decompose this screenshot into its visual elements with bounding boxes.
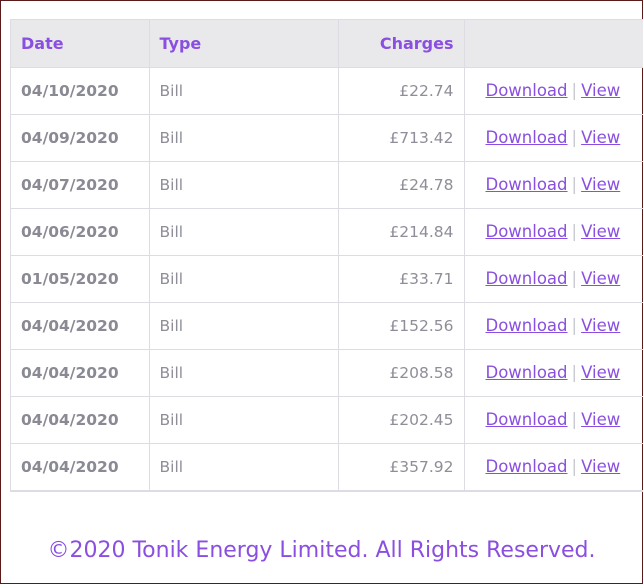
download-link[interactable]: Download xyxy=(486,222,568,241)
link-separator: | xyxy=(571,363,578,382)
column-header-date: Date xyxy=(11,20,150,68)
cell-charges: £24.78 xyxy=(338,161,465,209)
table-body: 04/10/2020 Bill £22.74 Download | View 04/… xyxy=(11,67,643,491)
column-header-actions xyxy=(464,20,643,68)
bills-table-container: Date Type Charges 04/10/2020 Bill £22.74… xyxy=(10,19,643,492)
cell-actions: Download | View xyxy=(464,396,643,444)
cell-charges: £214.84 xyxy=(338,208,465,256)
cell-actions: Download | View xyxy=(464,161,643,209)
table-header: Date Type Charges xyxy=(11,20,643,68)
table-row: 04/04/2020 Bill £208.58 Download | View xyxy=(11,349,643,397)
table-row: 04/04/2020 Bill £152.56 Download | View xyxy=(11,302,643,350)
download-link[interactable]: Download xyxy=(486,363,568,382)
view-link[interactable]: View xyxy=(581,222,620,241)
view-link[interactable]: View xyxy=(581,316,620,335)
view-link[interactable]: View xyxy=(581,175,620,194)
cell-date: 04/04/2020 xyxy=(11,443,150,491)
download-link[interactable]: Download xyxy=(486,81,568,100)
cell-actions: Download | View xyxy=(464,302,643,350)
table-row: 04/10/2020 Bill £22.74 Download | View xyxy=(11,67,643,115)
cell-actions: Download | View xyxy=(464,255,643,303)
link-separator: | xyxy=(571,316,578,335)
cell-type: Bill xyxy=(149,443,339,491)
footer-copyright: ©2020 Tonik Energy Limited. All Rights R… xyxy=(47,538,596,563)
view-link[interactable]: View xyxy=(581,81,620,100)
cell-actions: Download | View xyxy=(464,114,643,162)
cell-type: Bill xyxy=(149,114,339,162)
download-link[interactable]: Download xyxy=(486,175,568,194)
cell-type: Bill xyxy=(149,396,339,444)
cell-type: Bill xyxy=(149,208,339,256)
link-separator: | xyxy=(571,410,578,429)
link-separator: | xyxy=(571,457,578,476)
download-link[interactable]: Download xyxy=(486,410,568,429)
cell-type: Bill xyxy=(149,302,339,350)
cell-date: 04/06/2020 xyxy=(11,208,150,256)
cell-charges: £208.58 xyxy=(338,349,465,397)
cell-date: 04/10/2020 xyxy=(11,67,150,115)
cell-charges: £202.45 xyxy=(338,396,465,444)
view-link[interactable]: View xyxy=(581,128,620,147)
download-link[interactable]: Download xyxy=(486,269,568,288)
cell-type: Bill xyxy=(149,255,339,303)
cell-date: 04/04/2020 xyxy=(11,349,150,397)
column-header-charges: Charges xyxy=(338,20,465,68)
cell-type: Bill xyxy=(149,349,339,397)
view-link[interactable]: View xyxy=(581,269,620,288)
view-link[interactable]: View xyxy=(581,410,620,429)
table-row: 01/05/2020 Bill £33.71 Download | View xyxy=(11,255,643,303)
cell-charges: £22.74 xyxy=(338,67,465,115)
table-row: 04/04/2020 Bill £202.45 Download | View xyxy=(11,396,643,444)
download-link[interactable]: Download xyxy=(486,128,568,147)
table-row: 04/09/2020 Bill £713.42 Download | View xyxy=(11,114,643,162)
cell-actions: Download | View xyxy=(464,349,643,397)
download-link[interactable]: Download xyxy=(486,457,568,476)
cell-charges: £152.56 xyxy=(338,302,465,350)
column-header-type: Type xyxy=(149,20,339,68)
bills-table: Date Type Charges 04/10/2020 Bill £22.74… xyxy=(11,20,643,491)
table-row: 04/06/2020 Bill £214.84 Download | View xyxy=(11,208,643,256)
table-row: 04/07/2020 Bill £24.78 Download | View xyxy=(11,161,643,209)
cell-charges: £357.92 xyxy=(338,443,465,491)
link-separator: | xyxy=(571,222,578,241)
cell-date: 04/04/2020 xyxy=(11,302,150,350)
cell-date: 01/05/2020 xyxy=(11,255,150,303)
table-row: 04/04/2020 Bill £357.92 Download | View xyxy=(11,443,643,491)
cell-actions: Download | View xyxy=(464,208,643,256)
link-separator: | xyxy=(571,128,578,147)
cell-date: 04/09/2020 xyxy=(11,114,150,162)
view-link[interactable]: View xyxy=(581,457,620,476)
cell-date: 04/07/2020 xyxy=(11,161,150,209)
cell-date: 04/04/2020 xyxy=(11,396,150,444)
view-link[interactable]: View xyxy=(581,363,620,382)
cell-actions: Download | View xyxy=(464,67,643,115)
download-link[interactable]: Download xyxy=(486,316,568,335)
link-separator: | xyxy=(571,269,578,288)
cell-type: Bill xyxy=(149,67,339,115)
cell-type: Bill xyxy=(149,161,339,209)
cell-charges: £713.42 xyxy=(338,114,465,162)
cell-charges: £33.71 xyxy=(338,255,465,303)
cell-actions: Download | View xyxy=(464,443,643,491)
header-row: Date Type Charges xyxy=(11,20,643,68)
link-separator: | xyxy=(571,81,578,100)
link-separator: | xyxy=(571,175,578,194)
